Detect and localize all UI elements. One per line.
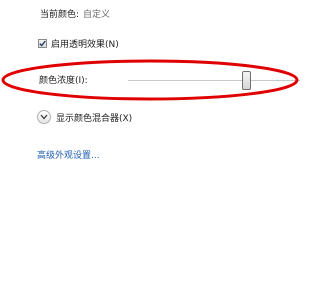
transparency-checkbox[interactable] [38, 39, 47, 48]
slider-thumb[interactable] [242, 71, 251, 90]
advanced-appearance-settings-link[interactable]: 高级外观设置... [37, 148, 100, 161]
transparency-checkbox-row[interactable]: 启用透明效果(N) [38, 37, 119, 50]
expand-circle-button[interactable] [37, 110, 51, 124]
window-color-settings-panel: 当前颜色: 自定义 启用透明效果(N) 颜色浓度(I): 显示颜色混合器(X) 高… [0, 0, 300, 300]
current-color-value: 自定义 [83, 10, 111, 20]
current-color-row: 当前颜色: 自定义 [40, 7, 110, 20]
chevron-down-icon [40, 114, 48, 120]
color-mixer-toggle[interactable]: 显示颜色混合器(X) [37, 110, 132, 124]
color-mixer-label: 显示颜色混合器(X) [56, 113, 133, 124]
color-intensity-slider[interactable] [128, 69, 300, 93]
transparency-checkbox-label: 启用透明效果(N) [51, 40, 119, 50]
current-color-label: 当前颜色: [40, 10, 80, 20]
checkmark-icon [39, 40, 46, 47]
slider-track [128, 80, 300, 81]
color-intensity-label: 颜色浓度(I): [39, 76, 88, 86]
